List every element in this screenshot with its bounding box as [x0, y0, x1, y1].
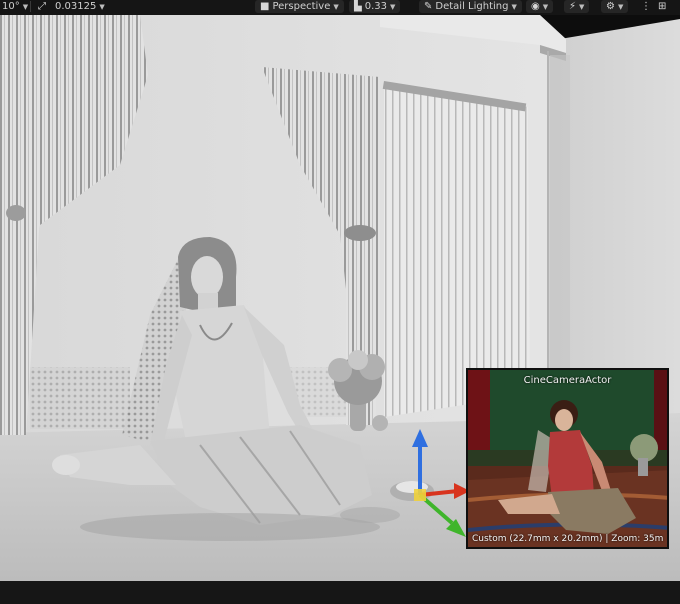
- scale-snap-icon: ⤢: [38, 0, 46, 12]
- chevron-down-icon: ▼: [333, 2, 339, 11]
- settings-gear-icon: ⚙: [606, 0, 615, 12]
- show-eye-icon: ◉: [531, 0, 540, 12]
- realtime-dropdown[interactable]: ⚡ ▼: [564, 0, 590, 13]
- chevron-down-icon: ▼: [579, 2, 585, 11]
- lighting-mode-dropdown[interactable]: ✎ Detail Lighting ▼: [419, 0, 522, 13]
- lighting-mode-icon: ✎: [424, 0, 433, 12]
- angle-snap-control[interactable]: 10° ▼: [2, 0, 28, 13]
- gizmo-center[interactable]: [414, 489, 426, 501]
- chevron-down-icon: ▼: [542, 2, 549, 11]
- settings-dropdown[interactable]: ⚙ ▼: [601, 0, 629, 13]
- chevron-down-icon: ▼: [389, 2, 396, 11]
- lighting-mode-label: Detail Lighting: [435, 1, 509, 12]
- level-viewport[interactable]: CineCameraActor Custom (22.7mm x 20.2mm)…: [0, 15, 680, 581]
- scale-snap-value: 0.03125: [55, 1, 97, 12]
- toolbar-divider: [30, 1, 31, 12]
- more-icon: ⋮: [641, 0, 651, 12]
- camera-speed-dropdown[interactable]: ▙ 0.33 ▼: [349, 0, 401, 13]
- more-options-button[interactable]: ⋮: [641, 0, 651, 13]
- view-mode-dropdown[interactable]: ■ Perspective ▼: [255, 0, 344, 13]
- angle-snap-value: 10°: [2, 1, 20, 12]
- layout-grid-icon: ⊞: [658, 0, 667, 12]
- viewport-bottom-bar: [0, 581, 680, 604]
- realtime-icon: ⚡: [569, 0, 577, 12]
- scale-snap-control[interactable]: ⤢ 0.03125 ▼: [38, 0, 105, 13]
- chevron-down-icon: ▼: [99, 2, 105, 11]
- view-mode-label: Perspective: [272, 1, 331, 12]
- camera-preview-title: CineCameraActor: [523, 375, 612, 386]
- show-flags-dropdown[interactable]: ◉ ▼: [526, 0, 554, 13]
- chevron-down-icon: ▼: [22, 2, 29, 11]
- camera-speed-value: 0.33: [364, 1, 387, 12]
- camera-preview-render: [468, 370, 667, 547]
- layout-button[interactable]: ⊞: [658, 0, 666, 13]
- perspective-camera-icon: ■: [260, 0, 270, 12]
- camera-preview-info: Custom (22.7mm x 20.2mm) | Zoom: 35m: [472, 534, 664, 544]
- chevron-down-icon: ▼: [511, 2, 517, 11]
- camera-preview-panel[interactable]: CineCameraActor Custom (22.7mm x 20.2mm)…: [466, 368, 669, 549]
- viewport-toolbar: 10° ▼ ⤢ 0.03125 ▼ ■ Perspective ▼ ▙ 0.33…: [0, 0, 680, 15]
- camera-speed-icon: ▙: [354, 0, 362, 12]
- chevron-down-icon: ▼: [617, 2, 624, 11]
